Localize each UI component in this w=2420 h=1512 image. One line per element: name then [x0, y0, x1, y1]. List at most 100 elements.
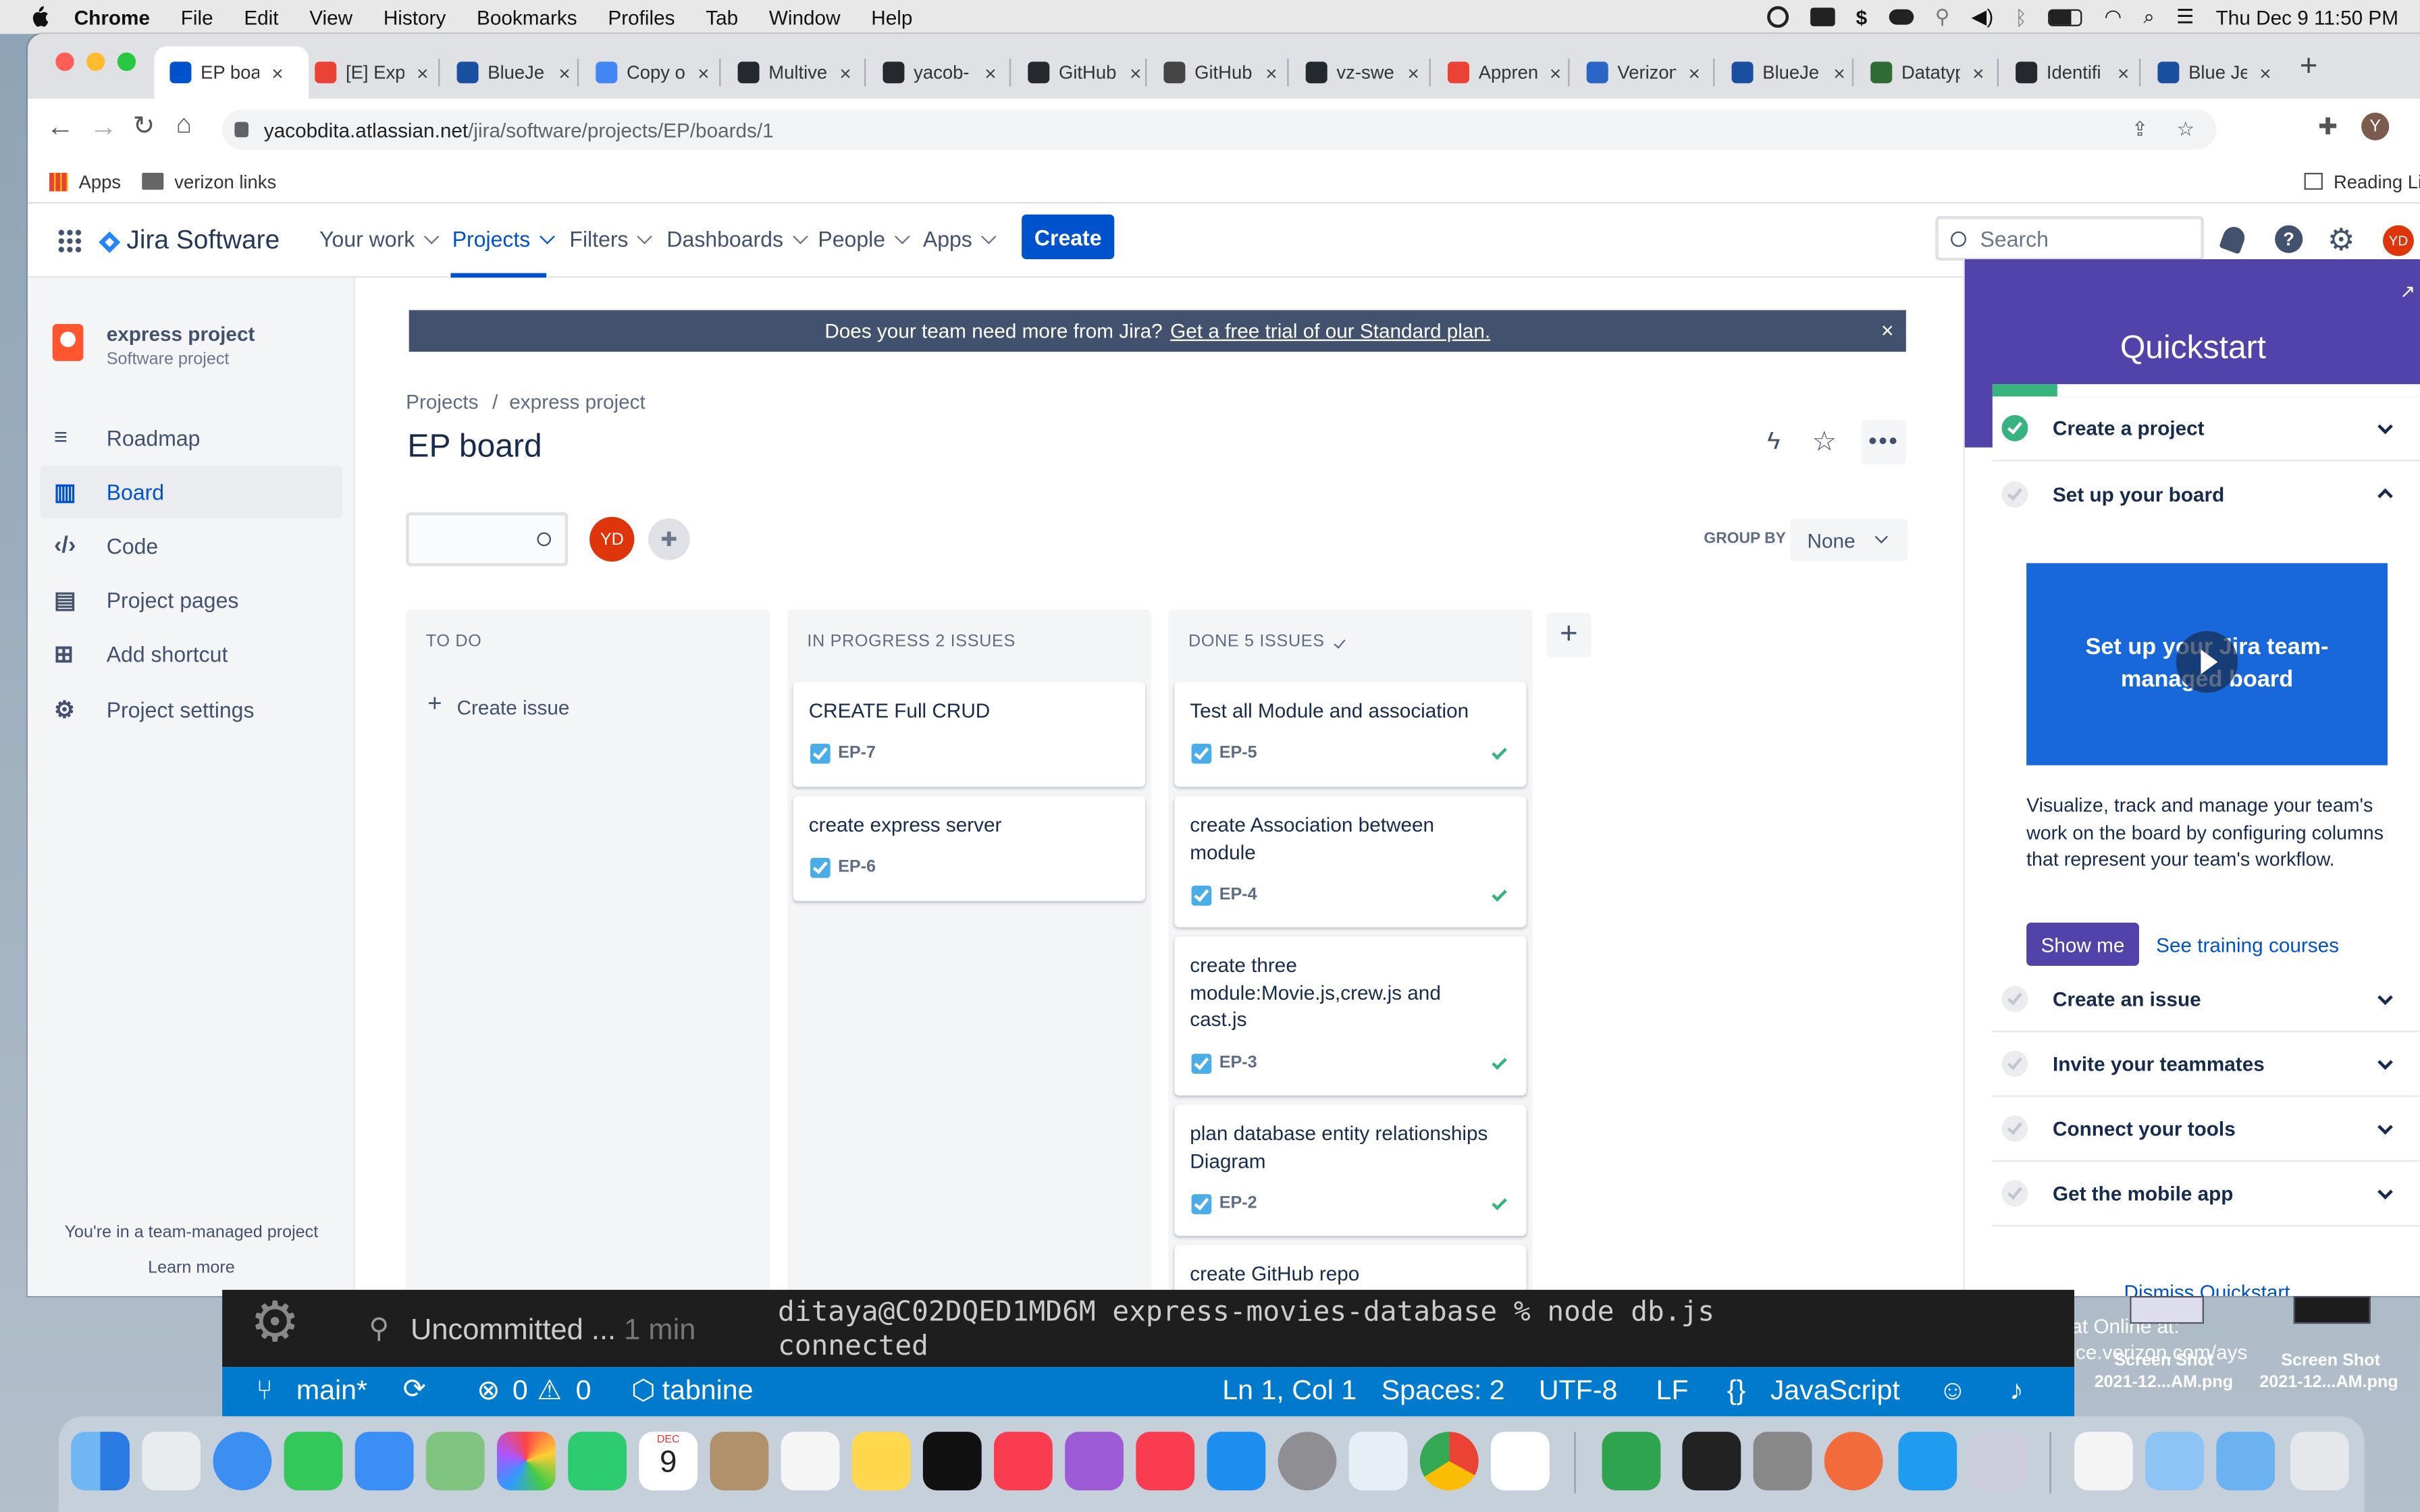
issue-card[interactable]: create GitHub repoEP-1: [1174, 1245, 1527, 1296]
menu-file[interactable]: File: [181, 5, 213, 28]
jira-logo-icon[interactable]: [99, 231, 121, 253]
desktop-file-2-date[interactable]: 2021-12...AM.png: [2259, 1373, 2398, 1391]
learn-more-link[interactable]: Learn more: [28, 1259, 355, 1277]
close-tab-icon[interactable]: ×: [1972, 61, 1984, 84]
applications-folder-icon[interactable]: [2216, 1432, 2276, 1490]
profile-avatar[interactable]: Y: [2361, 112, 2390, 140]
nav-filters[interactable]: Filters: [569, 227, 653, 252]
slack-icon[interactable]: [1490, 1432, 1550, 1490]
close-tab-icon[interactable]: ×: [984, 61, 996, 84]
product-name[interactable]: Jira Software: [126, 225, 280, 256]
reminders-icon[interactable]: [781, 1432, 840, 1490]
document-icon[interactable]: [2074, 1432, 2133, 1490]
quickstart-step-connect-your-tools[interactable]: Connect your tools: [1992, 1097, 2420, 1162]
launchpad-icon[interactable]: [142, 1432, 201, 1490]
sidebar-item-board[interactable]: ▥ Board: [40, 466, 343, 518]
menu-profiles[interactable]: Profiles: [608, 5, 675, 28]
close-icon[interactable]: ×: [1881, 318, 1894, 343]
add-people-icon[interactable]: ✚: [648, 518, 690, 560]
nav-people[interactable]: People: [818, 227, 910, 252]
browser-tab[interactable]: Copy o ×: [580, 47, 722, 99]
spotlight-icon[interactable]: ⌕: [2143, 5, 2155, 30]
safari-icon[interactable]: [213, 1432, 272, 1490]
close-tab-icon[interactable]: ×: [1130, 61, 1141, 84]
window-icon[interactable]: [1810, 7, 1835, 26]
finder-icon[interactable]: [71, 1432, 130, 1490]
breadcrumb-project[interactable]: express project: [509, 390, 645, 413]
issue-card[interactable]: create Association between module EP-4: [1174, 796, 1527, 927]
issue-card[interactable]: plan database entity relationships Diagr…: [1174, 1104, 1527, 1236]
minimize-window-icon[interactable]: [86, 52, 105, 72]
close-tab-icon[interactable]: ×: [2259, 61, 2271, 84]
menu-edit[interactable]: Edit: [244, 5, 278, 28]
close-tab-icon[interactable]: ×: [1408, 61, 1419, 84]
issue-key[interactable]: EP-5: [1219, 744, 1257, 762]
nav-projects[interactable]: Projects: [452, 227, 554, 252]
issue-key[interactable]: EP-3: [1219, 1054, 1257, 1072]
bookmark-star-icon[interactable]: ☆: [2177, 117, 2195, 142]
quickstart-step-create-an-issue[interactable]: Create an issue: [1992, 967, 2420, 1033]
keychain-icon[interactable]: [1753, 1432, 1812, 1490]
bell-icon[interactable]: ♪: [2009, 1375, 2024, 1407]
cursor-position[interactable]: Ln 1, Col 1: [1222, 1375, 1357, 1407]
close-tab-icon[interactable]: ×: [271, 61, 283, 84]
issue-key[interactable]: EP-2: [1219, 1194, 1257, 1212]
quickstart-step-get-the-mobile-app[interactable]: Get the mobile app: [1992, 1162, 2420, 1227]
share-icon[interactable]: ⇪: [2132, 117, 2149, 142]
battery-icon[interactable]: [2049, 8, 2083, 26]
app-store-icon[interactable]: [1207, 1432, 1266, 1490]
extensions-icon[interactable]: ✚: [2318, 113, 2338, 140]
zoom-window-icon[interactable]: [117, 52, 136, 72]
browser-tab[interactable]: Blue Je ×: [2142, 47, 2284, 99]
tv-icon[interactable]: [922, 1432, 982, 1490]
quickstart-step-create-a-project[interactable]: Create a project: [1992, 396, 2420, 462]
new-tab-icon[interactable]: +: [2300, 49, 2318, 85]
star-icon[interactable]: ☆: [1812, 426, 1837, 458]
key-icon[interactable]: ⚲: [1935, 5, 1950, 30]
board-search-input[interactable]: [406, 512, 569, 566]
create-issue-button[interactable]: Create issue: [457, 696, 570, 719]
play-icon[interactable]: [2176, 630, 2238, 693]
screenshot-thumb-1[interactable]: [2130, 1295, 2204, 1324]
messages-icon[interactable]: [284, 1432, 343, 1490]
desktop-file-1-date[interactable]: 2021-12...AM.png: [2095, 1373, 2233, 1391]
indentation[interactable]: Spaces: 2: [1382, 1375, 1505, 1407]
settings-icon[interactable]: ⚙: [2327, 221, 2355, 259]
postman-icon[interactable]: [1824, 1432, 1883, 1490]
browser-tab[interactable]: BlueJe ×: [442, 47, 583, 99]
sidebar-item-project-settings[interactable]: ⚙ Project settings: [40, 684, 342, 736]
browser-tab[interactable]: EP boa ×: [154, 46, 309, 99]
feedback-icon[interactable]: ☺: [1939, 1375, 1967, 1407]
control-center-icon[interactable]: ☰: [2176, 5, 2194, 30]
menu-clock[interactable]: Thu Dec 9 11:50 PM: [2216, 5, 2398, 28]
vscode-icon[interactable]: [1898, 1432, 1957, 1490]
address-bar[interactable]: yacobdita.atlassian.net/jira/software/pr…: [222, 109, 2217, 150]
bookmark-verizon-links[interactable]: verizon links: [174, 171, 276, 193]
nav-apps[interactable]: Apps: [923, 227, 997, 252]
app-icon[interactable]: [1348, 1432, 1408, 1490]
issue-key[interactable]: EP-6: [838, 858, 876, 876]
browser-tab[interactable]: Verizon ×: [1571, 47, 1713, 99]
downloads-folder-icon[interactable]: [2145, 1432, 2204, 1490]
issue-card[interactable]: Test all Module and association EP-5: [1174, 682, 1527, 787]
close-tab-icon[interactable]: ×: [1265, 61, 1277, 84]
close-tab-icon[interactable]: ×: [1550, 61, 1561, 84]
menu-tab[interactable]: Tab: [706, 5, 738, 28]
assignee-avatar[interactable]: YD: [589, 516, 635, 562]
reload-icon[interactable]: ↻: [133, 111, 155, 142]
home-icon[interactable]: ⌂: [176, 109, 192, 140]
dollar-icon[interactable]: $: [1856, 5, 1868, 28]
trash-icon[interactable]: [2290, 1432, 2349, 1490]
browser-tab[interactable]: BlueJe ×: [1716, 47, 1858, 99]
sidebar-item-roadmap[interactable]: ≡ Roadmap: [40, 412, 342, 464]
menu-history[interactable]: History: [384, 5, 446, 28]
back-icon[interactable]: ←: [47, 111, 74, 144]
browser-tab[interactable]: Datatyp ×: [1855, 47, 1997, 99]
close-tab-icon[interactable]: ×: [839, 61, 851, 84]
more-actions-icon[interactable]: •••: [1861, 419, 1906, 464]
menu-window[interactable]: Window: [769, 5, 841, 28]
language-mode[interactable]: JavaScript: [1770, 1375, 1900, 1407]
help-icon[interactable]: ?: [2275, 225, 2303, 253]
desktop-file-2-name[interactable]: Screen Shot: [2281, 1351, 2380, 1370]
music-icon[interactable]: [993, 1432, 1053, 1490]
